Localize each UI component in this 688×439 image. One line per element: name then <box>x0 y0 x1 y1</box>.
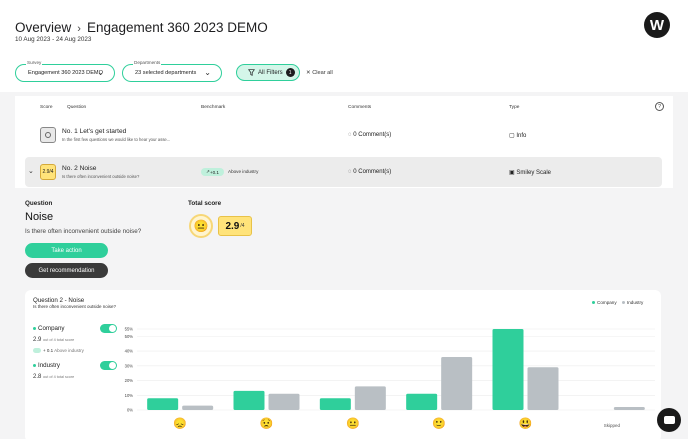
company-bar[interactable] <box>147 398 179 410</box>
chat-icon <box>663 416 675 424</box>
y-tick-label: 55% <box>125 327 134 332</box>
y-tick-label: 10% <box>125 393 134 398</box>
company-bar[interactable] <box>406 393 438 410</box>
industry-bar[interactable] <box>527 367 559 410</box>
industry-bar[interactable] <box>441 356 473 410</box>
industry-bar[interactable] <box>354 386 386 410</box>
company-bar[interactable] <box>492 329 524 410</box>
y-tick-label: 0% <box>127 408 133 413</box>
industry-bar[interactable] <box>182 405 214 410</box>
x-category-label: 🙂 <box>432 417 446 430</box>
x-category-label: 😟 <box>260 417 274 430</box>
distribution-bar-chart: 0% 10% 20% 30% 40% 50% 55% 😞 😟 😐 🙂 😃 Skipped <box>125 327 655 430</box>
y-tick-label: 40% <box>125 349 134 354</box>
company-bar[interactable] <box>319 398 351 410</box>
y-tick-label: 20% <box>125 378 134 383</box>
x-category-label: 😃 <box>519 417 533 430</box>
x-category-label: 😐 <box>346 417 360 430</box>
y-tick-label: 50% <box>125 334 134 339</box>
x-category-label: Skipped <box>604 423 621 428</box>
industry-bar[interactable] <box>613 407 645 410</box>
chat-support-button[interactable] <box>657 408 681 432</box>
industry-bar[interactable] <box>268 393 300 410</box>
y-tick-label: 30% <box>125 363 134 368</box>
x-category-label: 😞 <box>173 417 187 430</box>
company-bar[interactable] <box>233 390 265 410</box>
